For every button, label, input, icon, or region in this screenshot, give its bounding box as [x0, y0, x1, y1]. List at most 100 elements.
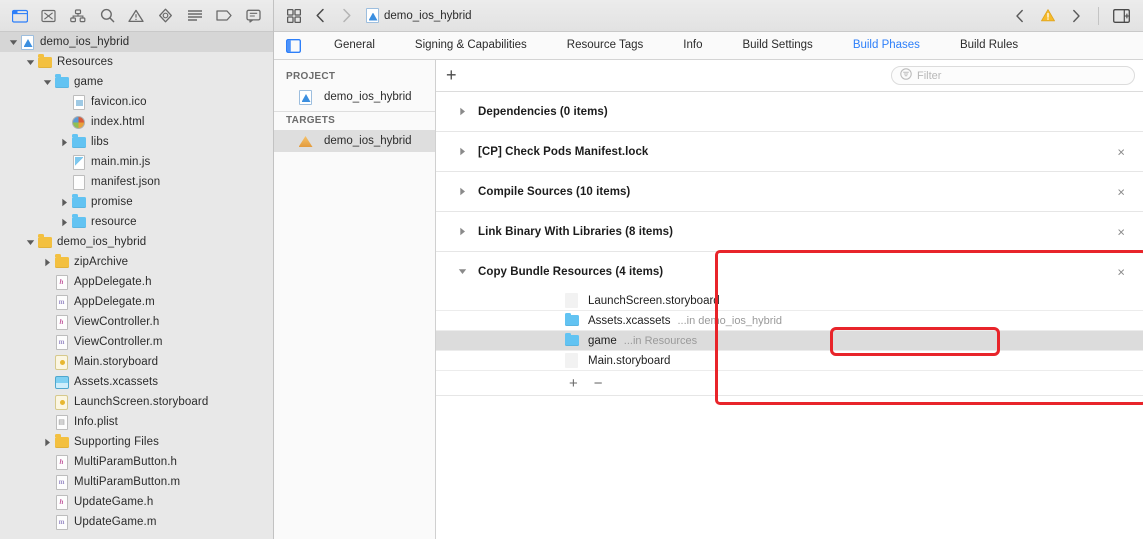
add-build-phase-button[interactable]: + [446, 66, 457, 86]
add-resource-button[interactable]: + [569, 376, 578, 391]
blank-file-icon [565, 353, 580, 368]
tab-build-phases[interactable]: Build Phases [833, 32, 940, 59]
previous-issue-button[interactable] [1008, 5, 1032, 27]
project-list-item[interactable]: demo_ios_hybrid [274, 86, 435, 108]
tree-item[interactable]: hAppDelegate.h [0, 272, 273, 292]
filter-field[interactable]: Filter [891, 66, 1135, 85]
disclosure-triangle-closed-icon[interactable] [458, 227, 468, 236]
project-file-tree[interactable]: demo_ios_hybrid Resources gamefavicon.ico i… [0, 32, 273, 539]
project-editor-body: PROJECT demo_ios_hybrid TARGETS demo_ios… [274, 60, 1143, 539]
build-phase-header[interactable]: [CP] Check Pods Manifest.lock× [436, 132, 1143, 171]
tree-item[interactable]: Supporting Files [0, 432, 273, 452]
tree-item-label: UpdateGame.m [74, 516, 157, 528]
navigator-panel-toggle-icon[interactable] [280, 36, 306, 56]
disclosure-triangle-closed-icon[interactable] [58, 198, 70, 207]
find-navigator-icon[interactable] [94, 4, 121, 28]
navigate-forward-button[interactable] [334, 5, 358, 27]
disclosure-triangle-closed-icon[interactable] [41, 438, 53, 447]
tree-item[interactable]: Assets.xcassets [0, 372, 273, 392]
report-navigator-icon[interactable] [240, 4, 267, 28]
breakpoint-navigator-icon[interactable] [211, 4, 238, 28]
tree-item[interactable]: promise [0, 192, 273, 212]
tree-item[interactable]: mMultiParamButton.m [0, 472, 273, 492]
resource-name: game [588, 335, 617, 347]
remove-phase-icon[interactable]: × [1117, 225, 1125, 238]
remove-phase-icon[interactable]: × [1117, 185, 1125, 198]
disclosure-triangle-open-icon[interactable] [458, 267, 468, 276]
header-file-icon: h [54, 275, 69, 290]
debug-navigator-icon[interactable] [181, 4, 208, 28]
build-phase: Copy Bundle Resources (4 items)×LaunchSc… [436, 252, 1143, 396]
build-phase-header[interactable]: Compile Sources (10 items)× [436, 172, 1143, 211]
tree-item[interactable]: mViewController.m [0, 332, 273, 352]
target-list-item[interactable]: demo_ios_hybrid [274, 130, 435, 152]
filter-input[interactable]: Filter [917, 70, 941, 82]
remove-phase-icon[interactable]: × [1117, 265, 1125, 278]
tree-item-label: AppDelegate.m [74, 296, 155, 308]
warning-triangle-icon[interactable] [1036, 5, 1060, 27]
resource-row[interactable]: LaunchScreen.storyboard [436, 291, 1143, 311]
tree-item[interactable]: zipArchive [0, 252, 273, 272]
issue-navigator-icon[interactable] [123, 4, 150, 28]
tab-build-rules[interactable]: Build Rules [940, 32, 1038, 59]
tree-item[interactable]: libs [0, 132, 273, 152]
tree-item[interactable]: resource [0, 212, 273, 232]
tree-item[interactable]: Main.storyboard [0, 352, 273, 372]
resource-row[interactable]: Assets.xcassets...in demo_ios_hybrid [436, 311, 1143, 331]
build-phases-list[interactable]: Dependencies (0 items)[CP] Check Pods Ma… [436, 92, 1143, 539]
tree-item[interactable]: demo_ios_hybrid [0, 232, 273, 252]
project-targets-list[interactable]: PROJECT demo_ios_hybrid TARGETS demo_ios… [274, 60, 436, 539]
next-issue-button[interactable] [1064, 5, 1088, 27]
source-control-navigator-icon[interactable] [35, 4, 62, 28]
tab-signing-capabilities[interactable]: Signing & Capabilities [395, 32, 547, 59]
tree-item[interactable]: main.min.js [0, 152, 273, 172]
disclosure-triangle-closed-icon[interactable] [458, 187, 468, 196]
navigate-back-button[interactable] [308, 5, 332, 27]
tree-item[interactable]: hMultiParamButton.h [0, 452, 273, 472]
related-items-icon[interactable] [282, 5, 306, 27]
tree-item-label: Resources [57, 56, 113, 68]
tree-item[interactable]: LaunchScreen.storyboard [0, 392, 273, 412]
tree-item[interactable]: game [0, 72, 273, 92]
tree-item[interactable]: manifest.json [0, 172, 273, 192]
folder-navigator-icon[interactable] [6, 4, 33, 28]
disclosure-triangle-closed-icon[interactable] [58, 218, 70, 227]
build-phase-header[interactable]: Link Binary With Libraries (8 items)× [436, 212, 1143, 251]
remove-resource-button[interactable]: − [594, 376, 603, 391]
tree-item[interactable]: hViewController.h [0, 312, 273, 332]
resource-row[interactable]: game...in Resources [436, 331, 1143, 351]
tab-resource-tags[interactable]: Resource Tags [547, 32, 664, 59]
tree-item[interactable]: hUpdateGame.h [0, 492, 273, 512]
build-phase-header[interactable]: Copy Bundle Resources (4 items)× [436, 252, 1143, 291]
build-phase-header[interactable]: Dependencies (0 items) [436, 92, 1143, 131]
disclosure-triangle-open-icon[interactable] [7, 38, 19, 47]
disclosure-triangle-open-icon[interactable] [41, 78, 53, 87]
resource-row[interactable]: Main.storyboard [436, 351, 1143, 371]
disclosure-triangle-open-icon[interactable] [24, 238, 36, 247]
symbol-navigator-icon[interactable] [64, 4, 91, 28]
disclosure-triangle-closed-icon[interactable] [41, 258, 53, 267]
disclosure-triangle-closed-icon[interactable] [58, 138, 70, 147]
tree-item[interactable]: mUpdateGame.m [0, 512, 273, 532]
tree-item[interactable]: favicon.ico [0, 92, 273, 112]
tab-general[interactable]: General [314, 32, 395, 59]
remove-phase-icon[interactable]: × [1117, 145, 1125, 158]
favicon-icon [71, 95, 86, 110]
tab-build-settings[interactable]: Build Settings [722, 32, 832, 59]
tab-info[interactable]: Info [663, 32, 722, 59]
build-phase: Compile Sources (10 items)× [436, 172, 1143, 212]
tree-item-label: index.html [91, 116, 145, 128]
test-navigator-icon[interactable] [152, 4, 179, 28]
editor-area: demo_ios_hybrid [274, 0, 1143, 539]
tree-item[interactable]: mAppDelegate.m [0, 292, 273, 312]
tree-item[interactable]: demo_ios_hybrid [0, 32, 273, 52]
tab-strip[interactable]: GeneralSigning & CapabilitiesResource Ta… [314, 32, 1038, 59]
disclosure-triangle-open-icon[interactable] [24, 58, 36, 67]
disclosure-triangle-closed-icon[interactable] [458, 147, 468, 156]
tree-item[interactable]: Resources [0, 52, 273, 72]
breadcrumb[interactable]: demo_ios_hybrid [366, 8, 472, 23]
inspector-panel-icon[interactable] [1109, 5, 1133, 27]
disclosure-triangle-closed-icon[interactable] [458, 107, 468, 116]
tree-item[interactable]: ▤Info.plist [0, 412, 273, 432]
tree-item[interactable]: index.html [0, 112, 273, 132]
